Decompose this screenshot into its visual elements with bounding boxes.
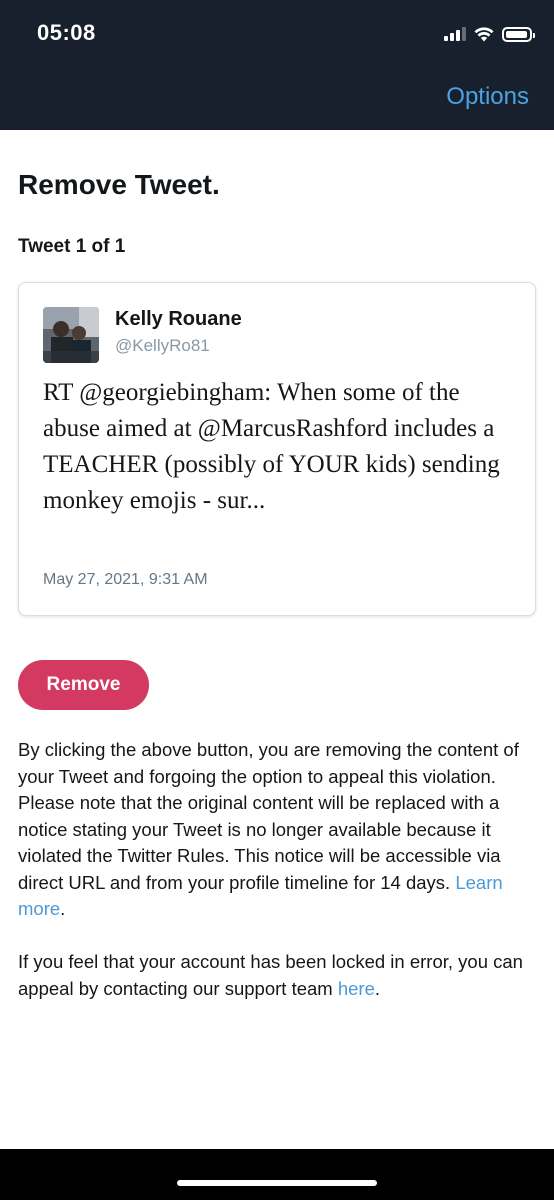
avatar[interactable] (43, 307, 99, 363)
appeal-body: If you feel that your account has been l… (18, 951, 523, 999)
disclaimer-trailing: . (60, 898, 66, 919)
disclaimer-text: By clicking the above button, you are re… (18, 737, 543, 923)
author-name: Kelly Rouane (115, 308, 242, 330)
bottom-bar (0, 1149, 554, 1200)
appeal-trailing: . (374, 977, 381, 999)
status-icons (444, 24, 535, 44)
support-link[interactable]: here (338, 978, 375, 999)
author-handle: @KellyRo81 (115, 336, 210, 355)
wifi-icon (474, 26, 494, 42)
options-button[interactable]: Options (446, 83, 529, 111)
tweet-counter: Tweet 1 of 1 (18, 236, 126, 257)
tweet-card: Kelly Rouane @KellyRo81 RT @georgiebingh… (18, 282, 536, 616)
status-time: 05:08 (37, 20, 96, 45)
appeal-text: If you feel that your account has been l… (18, 949, 543, 1002)
disclaimer-body: By clicking the above button, you are re… (18, 739, 519, 893)
page-title: Remove Tweet. (18, 169, 220, 200)
top-header: 05:08 Options (0, 0, 554, 130)
battery-icon (502, 26, 535, 42)
remove-button[interactable]: Remove (18, 660, 149, 710)
signal-icon (444, 27, 466, 41)
home-indicator[interactable] (177, 1180, 377, 1186)
tweet-date: May 27, 2021, 9:31 AM (43, 571, 208, 588)
tweet-text: RT @georgiebingham: When some of the abu… (43, 379, 500, 514)
